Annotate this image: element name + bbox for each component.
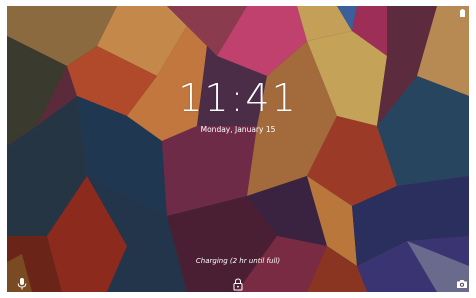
microphone-icon[interactable] xyxy=(17,278,27,290)
lockscreen-date: Monday, January 15 xyxy=(200,125,276,134)
wallpaper xyxy=(7,6,469,292)
status-bar xyxy=(7,6,469,20)
lockscreen-clock: 11:41 xyxy=(178,76,298,120)
lock-screen[interactable]: 11:41 Monday, January 15 Charging (2 hr … xyxy=(7,6,469,292)
camera-icon[interactable] xyxy=(456,279,468,289)
lock-icon[interactable] xyxy=(233,278,243,291)
battery-full-icon xyxy=(460,9,465,17)
charging-status: Charging (2 hr until full) xyxy=(195,257,281,265)
